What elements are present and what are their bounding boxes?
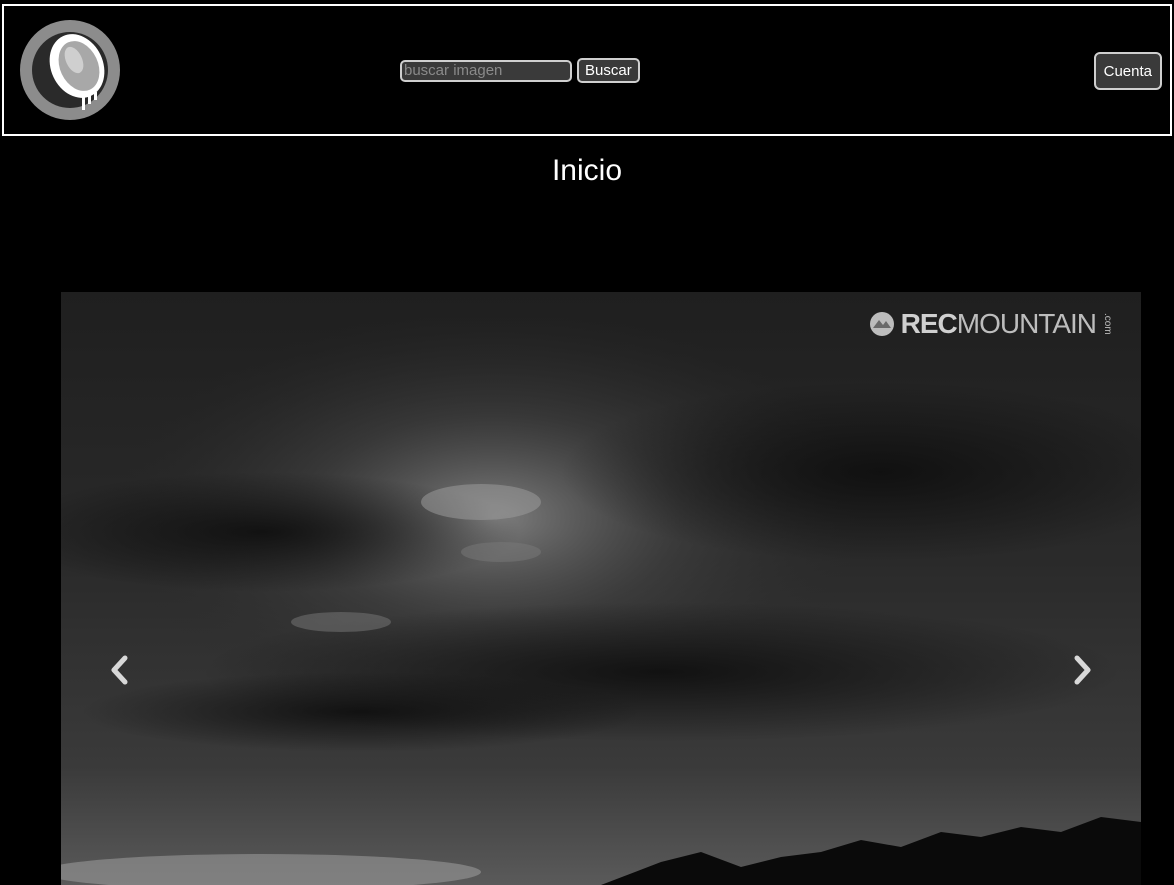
page-title: Inicio	[551, 154, 623, 187]
watermark-text: RECMOUNTAIN	[900, 308, 1097, 339]
watermark-suffix: .com	[1102, 313, 1113, 335]
chevron-right-icon	[1074, 655, 1091, 685]
search-button[interactable]: Buscar	[577, 58, 640, 83]
recmountain-watermark: RECMOUNTAIN .com	[869, 308, 1113, 340]
image-carousel[interactable]: RECMOUNTAIN .com	[61, 292, 1141, 885]
carousel-prev-button[interactable]	[99, 650, 139, 690]
site-logo[interactable]	[20, 20, 120, 120]
chevron-left-icon	[111, 655, 128, 685]
recmountain-logo-icon	[869, 312, 894, 336]
carousel-image	[61, 292, 1141, 885]
search-input[interactable]	[400, 59, 572, 82]
coconut-logo-icon	[20, 20, 120, 120]
carousel-next-button[interactable]	[1063, 650, 1103, 690]
account-button[interactable]: Cuenta	[1093, 52, 1162, 90]
top-header: Buscar Cuenta	[2, 4, 1172, 136]
search-bar: Buscar	[400, 58, 640, 83]
